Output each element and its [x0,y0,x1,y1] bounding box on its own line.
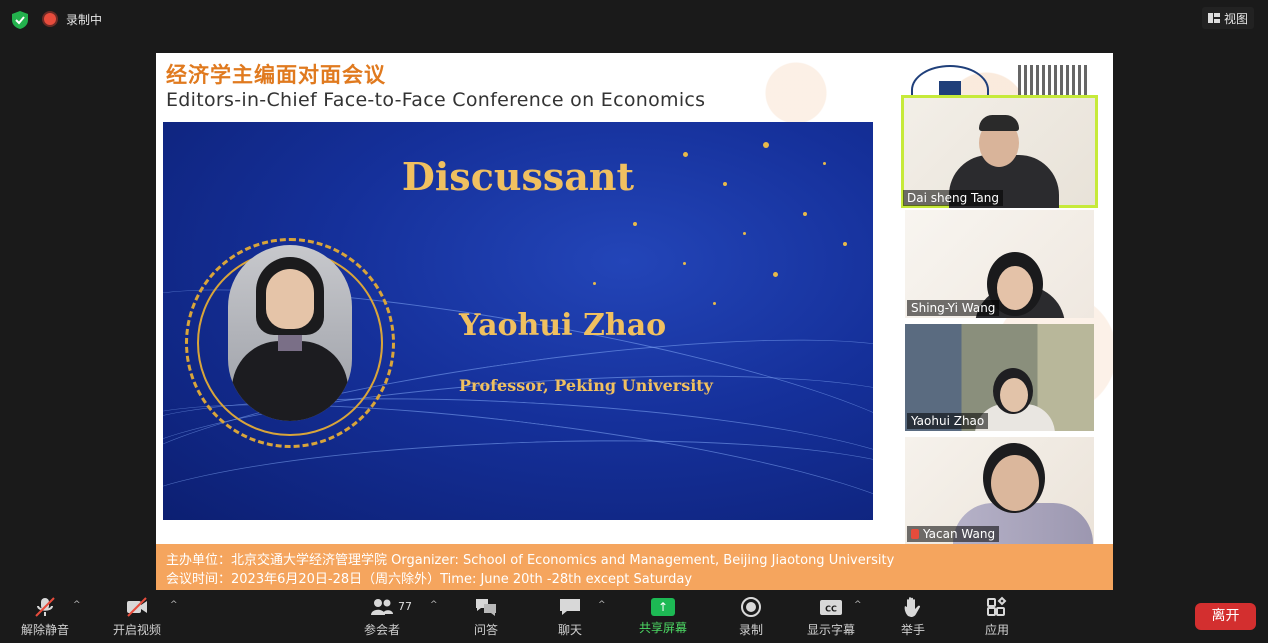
captions-options-caret-icon[interactable]: ^ [854,600,862,610]
participants-icon [370,596,394,618]
chat-button[interactable]: 聊天 [535,594,605,643]
video-tile[interactable]: Shing-Yi Wang [905,210,1094,318]
sparkle [803,212,807,216]
video-options-caret-icon[interactable]: ^ [170,600,178,610]
start-video-label: 开启视频 [112,623,161,637]
recording-label: 录制中 [66,13,103,27]
apps-icon [985,596,1009,618]
slide-title-english: Editors-in-Chief Face-to-Face Conference… [166,89,706,111]
audio-options-caret-icon[interactable]: ^ [73,600,81,610]
speaker-name: Yaohui Zhao [459,308,667,343]
meeting-toolbar: 解除静音 ^ 开启视频 ^ 参会者 77 ^ 问答 聊天 ^ ↑ 共享屏幕 录制… [0,594,1268,643]
record-icon [739,596,763,618]
participant-name: Yacan Wang [907,526,1000,542]
apps-button[interactable]: 应用 [962,594,1032,643]
slide-heading: Discussant [401,154,635,199]
participant-name: Dai sheng Tang [903,190,1003,206]
slide-title-chinese: 经济学主编面对面会议 [166,63,386,87]
qa-button[interactable]: 问答 [451,594,521,643]
participant-name: Shing-Yi Wang [907,300,1000,316]
recording-icon [44,13,56,25]
leave-button[interactable]: 离开 [1195,603,1256,630]
sparkle [633,222,637,226]
muted-microphone-icon [33,596,57,618]
view-button-label: 视图 [1223,11,1248,26]
participants-label: 参会者 [363,623,400,637]
slide-footer: 主办单位：北京交通大学经济管理学院 Organizer: School of E… [156,544,1113,590]
participant-name-text: Yacan Wang [923,527,996,541]
sparkle [763,142,769,148]
video-tile[interactable]: Yacan Wang [905,437,1094,544]
sparkle [843,242,847,246]
top-bar: 录制中 视图 [0,0,1268,38]
apps-label: 应用 [984,623,1009,637]
sparkle [743,232,746,235]
participant-name: Yaohui Zhao [907,413,989,429]
raise-hand-icon [901,596,925,618]
start-video-button[interactable]: 开启视频 [102,594,172,643]
sparkle [713,302,716,305]
raise-hand-label: 举手 [900,623,925,637]
unmute-button[interactable]: 解除静音 [10,594,80,643]
participant-count: 77 [398,600,412,613]
participants-options-caret-icon[interactable]: ^ [430,600,438,610]
record-label: 录制 [738,623,763,637]
sparkle [593,282,596,285]
record-button[interactable]: 录制 [716,594,786,643]
share-screen-label: 共享屏幕 [638,621,687,635]
sparkle [683,262,686,265]
raise-hand-button[interactable]: 举手 [878,594,948,643]
video-tile[interactable]: Yaohui Zhao [905,324,1094,431]
closed-captions-icon: CC [819,596,843,618]
svg-text:CC: CC [825,605,837,614]
unmute-label: 解除静音 [20,623,69,637]
footer-organizer: 主办单位：北京交通大学经济管理学院 Organizer: School of E… [166,553,895,568]
chat-label: 聊天 [557,623,582,637]
video-tile[interactable]: Dai sheng Tang [901,95,1098,208]
speaker-portrait [228,245,352,421]
share-screen-button[interactable]: ↑ 共享屏幕 [628,594,698,643]
chat-options-caret-icon[interactable]: ^ [598,600,606,610]
qr-code [1018,65,1088,97]
qa-label: 问答 [473,623,498,637]
share-screen-icon: ↑ [651,598,675,616]
view-button[interactable]: 视图 [1201,7,1254,29]
footer-time: 会议时间：2023年6月20日-28日（周六除外）Time: June 20th… [166,572,693,587]
sparkle [773,272,778,277]
captions-label: 显示字幕 [806,623,855,637]
speaker-affiliation: Professor, Peking University [459,376,713,395]
security-shield-icon[interactable] [10,10,30,30]
qa-icon [474,596,498,618]
speaker-banner: Discussant Yaohui Zhao Professor, Peking… [163,122,873,520]
video-off-icon [125,596,149,618]
muted-mic-icon [911,529,919,539]
grid-view-icon [1207,13,1220,23]
chat-icon [558,596,582,618]
